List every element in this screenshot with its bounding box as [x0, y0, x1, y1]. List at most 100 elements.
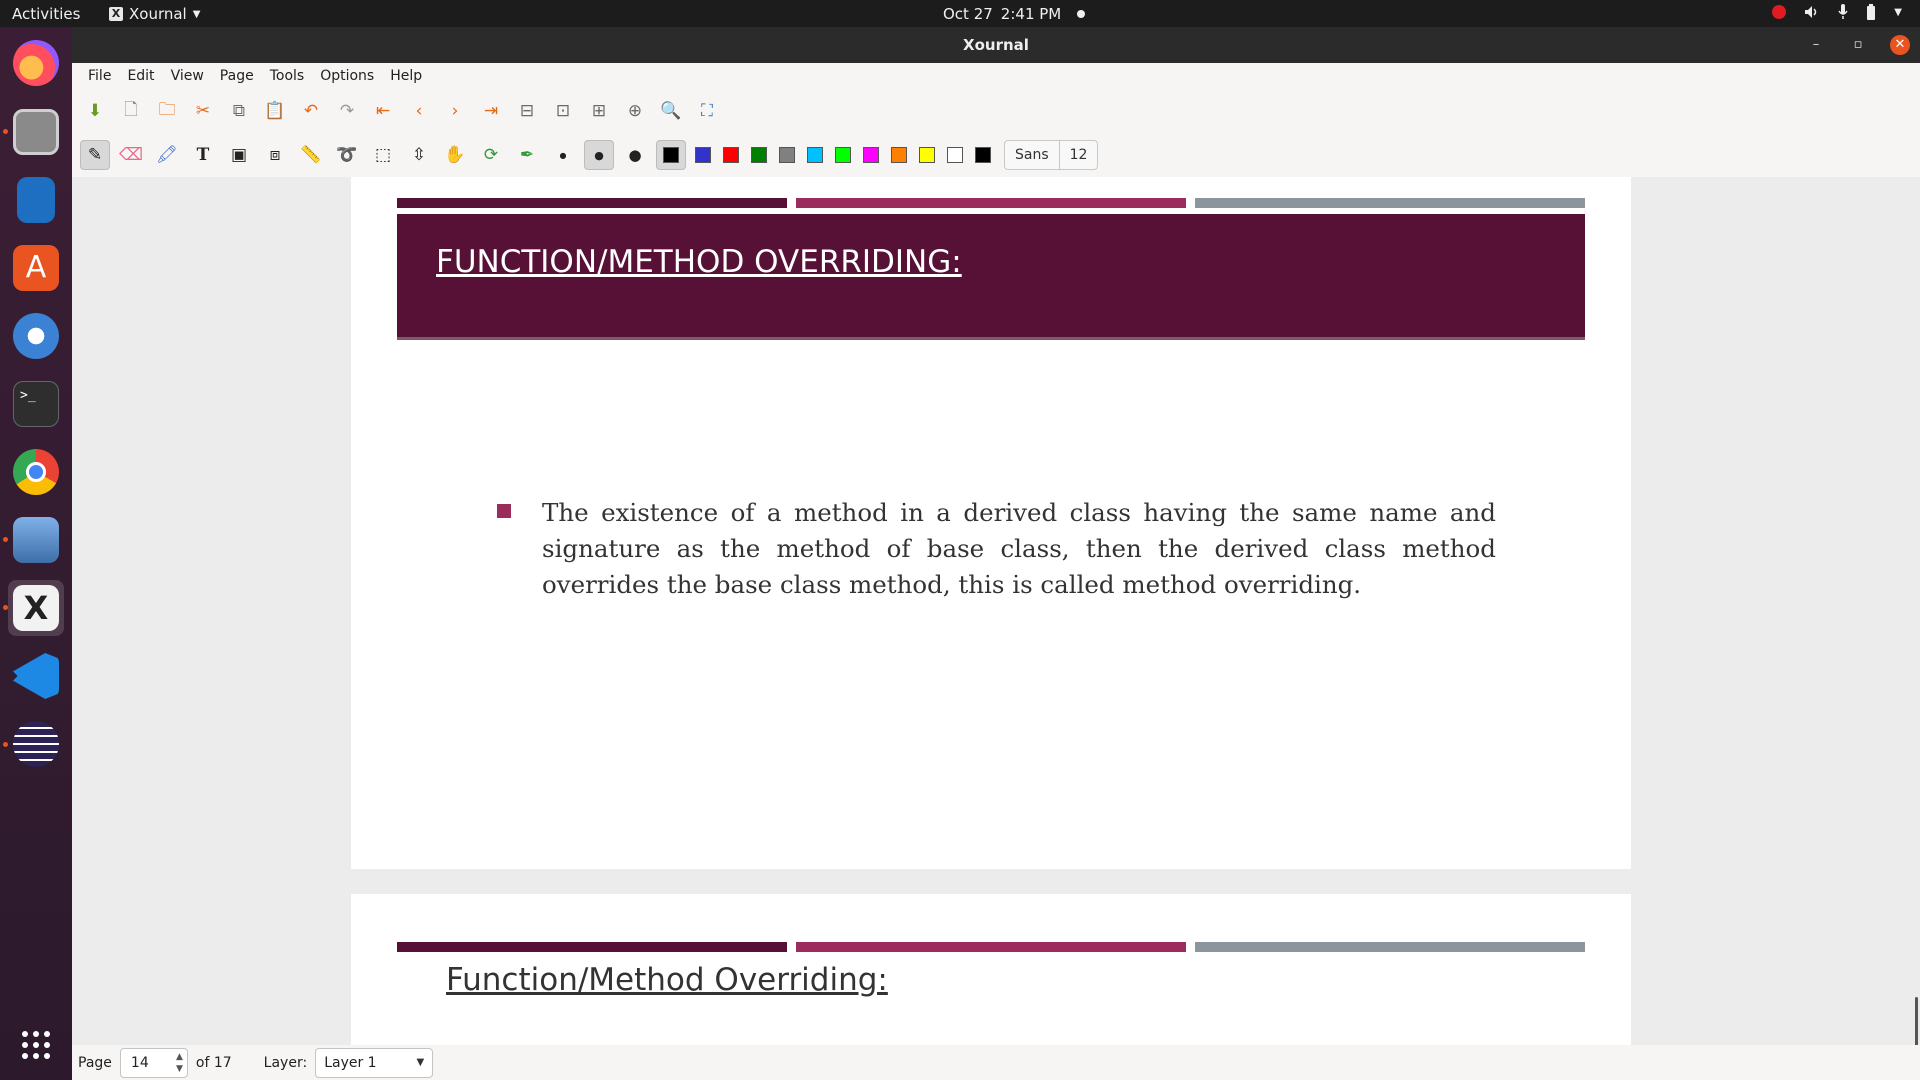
zoom-100-button[interactable]: ⊡	[548, 96, 578, 126]
dock-terminal[interactable]: >_	[8, 376, 64, 432]
undo-button[interactable]: ↶	[296, 96, 326, 126]
paste-button[interactable]: 📋	[260, 96, 290, 126]
chevron-down-icon[interactable]: ▼	[1894, 7, 1902, 18]
menu-options[interactable]: Options	[312, 68, 382, 84]
color-button-green[interactable]	[748, 140, 770, 170]
color-button-yellow[interactable]	[916, 140, 938, 170]
close-button[interactable]: ✕	[1890, 35, 1910, 55]
chevron-right-icon: ›	[451, 101, 459, 121]
page-number-spinner[interactable]: 14 ▲ ▼	[119, 1047, 188, 1078]
zoom-width-button[interactable]: ⊞	[584, 96, 614, 126]
activities-button[interactable]: Activities	[12, 5, 80, 23]
redo-icon: ↷	[339, 101, 355, 121]
shape-recognizer-button[interactable]: ⧈	[260, 140, 290, 170]
text-icon: T	[196, 145, 210, 165]
pen-tool-button[interactable]: ✎	[80, 140, 110, 170]
clock[interactable]: Oct 27 2:41 PM	[943, 5, 1086, 23]
lasso-select-button[interactable]: ➰	[332, 140, 362, 170]
title-banner: FUNCTION/METHOD OVERRIDING:	[397, 214, 1585, 340]
dock-writer[interactable]	[8, 172, 64, 228]
thickness-thick-button[interactable]: ●	[620, 140, 650, 170]
chevron-down-icon: ▼	[192, 8, 201, 20]
default-pen-button[interactable]: ✒	[512, 140, 542, 170]
xournal-icon: X	[109, 7, 123, 21]
color-button-white[interactable]	[944, 140, 966, 170]
dock-xournal[interactable]: X	[8, 580, 64, 636]
maximize-button[interactable]: ▫	[1848, 35, 1868, 55]
save-button[interactable]: ⬇	[80, 96, 110, 126]
pen-default-icon: ✒	[519, 145, 535, 165]
color-button-magenta[interactable]	[860, 140, 882, 170]
thickness-medium-button[interactable]: ●	[584, 140, 614, 170]
dock-image-viewer[interactable]	[8, 512, 64, 568]
eraser-tool-button[interactable]: ⌫	[116, 140, 146, 170]
menu-tools[interactable]: Tools	[262, 68, 313, 84]
document-canvas[interactable]: FUNCTION/METHOD OVERRIDING: The existenc…	[72, 177, 1920, 1045]
default-tools-button[interactable]: ⟳	[476, 140, 506, 170]
hand-tool-button[interactable]: ✋	[440, 140, 470, 170]
hand-icon: ✋	[444, 145, 466, 165]
system-tray[interactable]: ▼	[1772, 4, 1902, 20]
dock-software[interactable]: A	[8, 240, 64, 296]
image-tool-button[interactable]: ▣	[224, 140, 254, 170]
show-applications-button[interactable]	[8, 1017, 64, 1073]
dock-eclipse[interactable]	[8, 716, 64, 772]
color-button-black[interactable]	[656, 140, 686, 170]
battery-icon[interactable]	[1866, 4, 1876, 20]
text-tool-button[interactable]: T	[188, 140, 218, 170]
color-button-red[interactable]	[720, 140, 742, 170]
fullscreen-button[interactable]: ⛶	[692, 96, 722, 126]
menu-help[interactable]: Help	[382, 68, 430, 84]
cut-button[interactable]: ✂	[188, 96, 218, 126]
layer-select[interactable]: Layer 1 ▼	[315, 1047, 434, 1078]
menu-edit[interactable]: Edit	[119, 68, 162, 84]
page-number-value: 14	[130, 1054, 149, 1071]
ruler-button[interactable]: 📏	[296, 140, 326, 170]
color-button-custom[interactable]	[972, 140, 994, 170]
app-menu[interactable]: X Xournal ▼	[109, 5, 200, 23]
microphone-icon[interactable]	[1838, 4, 1848, 20]
chevron-down-icon: ▼	[416, 1056, 425, 1068]
open-button[interactable]: 🗀	[152, 96, 182, 126]
rect-select-button[interactable]: ⬚	[368, 140, 398, 170]
color-swatch	[919, 147, 935, 163]
page-14[interactable]: FUNCTION/METHOD OVERRIDING: The existenc…	[351, 177, 1631, 869]
minimize-button[interactable]: –	[1806, 35, 1826, 55]
last-page-button[interactable]: ⇥	[476, 96, 506, 126]
title-bar[interactable]: Xournal – ▫ ✕	[72, 27, 1920, 63]
zoom-out-button[interactable]: ⊟	[512, 96, 542, 126]
previous-page-button[interactable]: ‹	[404, 96, 434, 126]
vertical-scrollbar[interactable]	[1915, 997, 1918, 1045]
font-button[interactable]: Sans 12	[1004, 140, 1099, 170]
redo-button[interactable]: ↷	[332, 96, 362, 126]
zoom-set-button[interactable]: 🔍	[656, 96, 686, 126]
zoom-in-button[interactable]: ⊕	[620, 96, 650, 126]
new-button[interactable]: 🗋	[116, 96, 146, 126]
dock-chrome[interactable]	[8, 444, 64, 500]
color-swatch	[751, 147, 767, 163]
color-button-light-blue[interactable]	[804, 140, 826, 170]
vertical-space-button[interactable]: ⇳	[404, 140, 434, 170]
color-button-orange[interactable]	[888, 140, 910, 170]
menu-file[interactable]: File	[80, 68, 119, 84]
accent-stripe-dark	[397, 942, 787, 952]
recording-icon[interactable]	[1772, 5, 1787, 19]
color-button-light-green[interactable]	[832, 140, 854, 170]
dock-thunderbird[interactable]	[8, 308, 64, 364]
spinner-arrows-icon[interactable]: ▲ ▼	[176, 1051, 183, 1075]
first-page-button[interactable]: ⇤	[368, 96, 398, 126]
color-swatch	[723, 147, 739, 163]
color-button-blue[interactable]	[692, 140, 714, 170]
dock-firefox[interactable]	[8, 35, 64, 91]
copy-button[interactable]: ⧉	[224, 96, 254, 126]
thickness-fine-button[interactable]: ●	[548, 140, 578, 170]
dock-files[interactable]	[8, 104, 64, 160]
page-15[interactable]: Function/Method Overriding:	[351, 894, 1631, 1045]
volume-icon[interactable]	[1804, 5, 1820, 19]
menu-page[interactable]: Page	[212, 68, 262, 84]
color-button-gray[interactable]	[776, 140, 798, 170]
next-page-button[interactable]: ›	[440, 96, 470, 126]
dock-vscode[interactable]	[8, 648, 64, 704]
highlighter-tool-button[interactable]: 🖍	[152, 140, 182, 170]
menu-view[interactable]: View	[163, 68, 212, 84]
